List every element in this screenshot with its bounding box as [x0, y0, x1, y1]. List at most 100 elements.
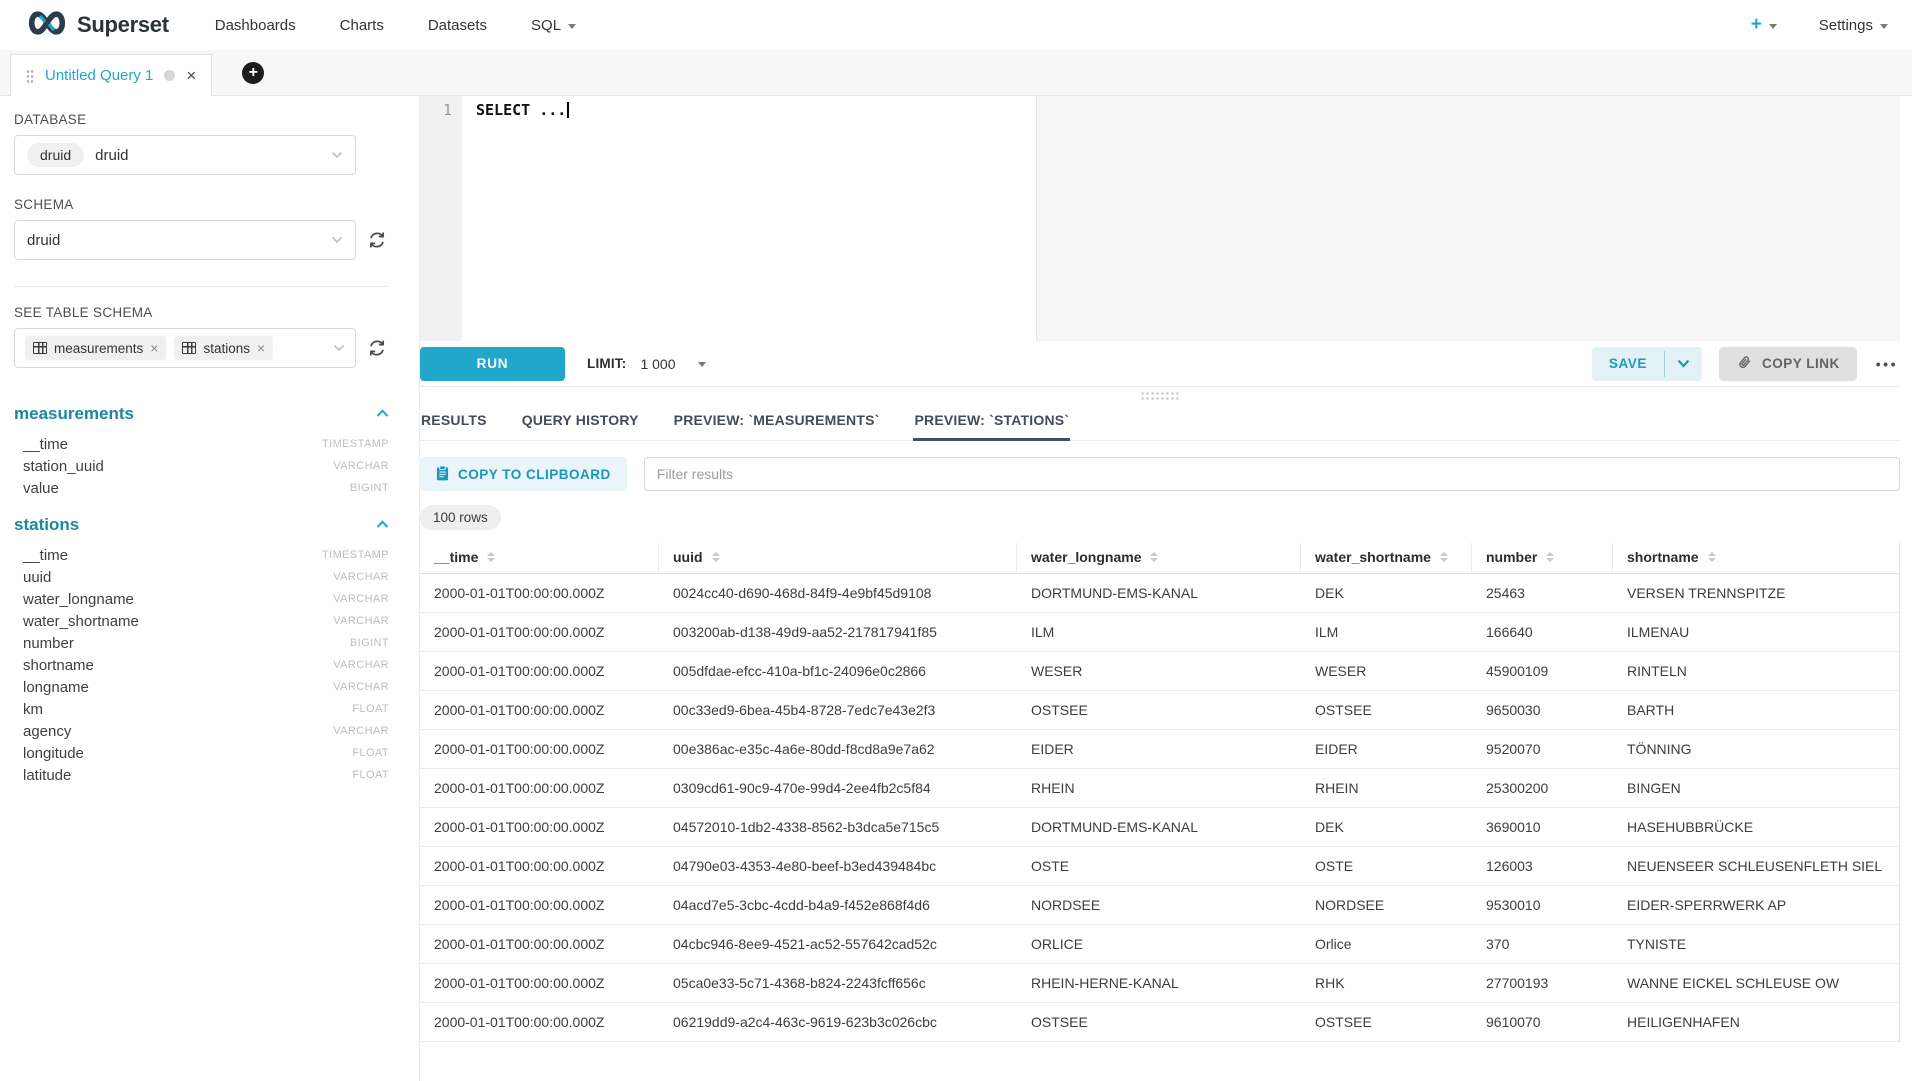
- content-area: DATABASE druid druid SCHEMA druid: [0, 96, 1912, 1081]
- table-cell: OSTE: [1017, 847, 1301, 885]
- table-cell: OSTSEE: [1017, 1003, 1301, 1041]
- top-navbar: Superset Dashboards Charts Datasets SQL + S…: [0, 0, 1912, 50]
- save-options-button[interactable]: [1665, 347, 1702, 381]
- table-cell: NORDSEE: [1017, 886, 1301, 924]
- schema-table-header[interactable]: stations: [14, 515, 389, 535]
- schema-table-header[interactable]: measurements: [14, 404, 389, 424]
- table-cell: 04790e03-4353-4e80-beef-b3ed439484bc: [659, 847, 1017, 885]
- save-button[interactable]: SAVE: [1592, 347, 1664, 381]
- column-name: __time: [23, 436, 68, 453]
- brand-name: Superset: [77, 12, 169, 38]
- sql-code-editor[interactable]: 1 SELECT ...: [420, 96, 1900, 341]
- limit-value: 1 000: [640, 356, 675, 372]
- table-cell: DEK: [1301, 574, 1472, 612]
- new-item-button[interactable]: +: [1751, 14, 1777, 36]
- column-name: km: [23, 701, 43, 718]
- table-row: 2000-01-01T00:00:00.000Z003200ab-d138-49…: [420, 613, 1899, 652]
- copy-link-button[interactable]: COPY LINK: [1719, 347, 1857, 381]
- remove-table-icon[interactable]: ×: [150, 340, 158, 356]
- sort-icon: [1546, 552, 1554, 562]
- database-select[interactable]: druid druid: [14, 135, 356, 175]
- column-header-label: number: [1486, 549, 1537, 565]
- schema-column-row: uuidVARCHAR: [14, 566, 389, 588]
- sort-desc-icon: [487, 558, 495, 562]
- table-cell: 2000-01-01T00:00:00.000Z: [420, 925, 659, 963]
- table-cell: 2000-01-01T00:00:00.000Z: [420, 769, 659, 807]
- sort-desc-icon: [1440, 558, 1448, 562]
- nav-item-datasets[interactable]: Datasets: [428, 17, 487, 34]
- query-tab-untitled-query-1[interactable]: Untitled Query 1 ×: [10, 54, 212, 96]
- column-header-__time[interactable]: __time: [420, 543, 659, 573]
- table-cell: WANNE EICKEL SCHLEUSE OW: [1613, 964, 1899, 1002]
- nav-item-charts[interactable]: Charts: [340, 17, 384, 34]
- column-type: TIMESTAMP: [322, 438, 389, 450]
- table-cell: Orlice: [1301, 925, 1472, 963]
- add-query-tab-button[interactable]: +: [242, 62, 264, 84]
- column-header-uuid[interactable]: uuid: [659, 543, 1017, 573]
- column-name: uuid: [23, 569, 51, 586]
- results-tab-1[interactable]: QUERY HISTORY: [521, 406, 640, 441]
- table-row: 2000-01-01T00:00:00.000Z0309cd61-90c9-47…: [420, 769, 1899, 808]
- row-count-badge: 100 rows: [420, 505, 501, 530]
- schema-label: SCHEMA: [14, 197, 389, 212]
- table-cell: RINTELN: [1613, 652, 1899, 690]
- table-row: 2000-01-01T00:00:00.000Z00e386ac-e35c-4a…: [420, 730, 1899, 769]
- sql-lab-sidebar: DATABASE druid druid SCHEMA druid: [0, 96, 420, 1081]
- sort-icon: [487, 552, 495, 562]
- column-header-number[interactable]: number: [1472, 543, 1613, 573]
- column-name: water_longname: [23, 591, 134, 608]
- column-header-water_shortname[interactable]: water_shortname: [1301, 543, 1472, 573]
- column-name: agency: [23, 723, 71, 740]
- table-cell: WESER: [1017, 652, 1301, 690]
- column-type: FLOAT: [352, 747, 389, 759]
- collapse-icon[interactable]: [376, 516, 389, 534]
- query-tab-title: Untitled Query 1: [45, 67, 153, 84]
- run-button[interactable]: RUN: [420, 347, 565, 381]
- schema-select[interactable]: druid: [14, 220, 356, 260]
- chevron-down-icon: [331, 231, 343, 249]
- table-cell: OSTE: [1301, 847, 1472, 885]
- database-type-pill: druid: [27, 143, 84, 167]
- table-row: 2000-01-01T00:00:00.000Z05ca0e33-5c71-43…: [420, 964, 1899, 1003]
- refresh-tables-icon[interactable]: [365, 336, 389, 360]
- schema-value: druid: [27, 232, 60, 249]
- table-cell: OSTSEE: [1301, 691, 1472, 729]
- schema-column-row: latitudeFLOAT: [14, 764, 389, 786]
- column-header-shortname[interactable]: shortname: [1613, 543, 1899, 573]
- nav-menu: Dashboards Charts Datasets SQL: [215, 17, 576, 34]
- table-cell: TÖNNING: [1613, 730, 1899, 768]
- copy-to-clipboard-label: COPY TO CLIPBOARD: [458, 467, 611, 482]
- column-type: TIMESTAMP: [322, 549, 389, 561]
- table-cell: 9610070: [1472, 1003, 1613, 1041]
- column-type: VARCHAR: [333, 615, 389, 627]
- results-tab-0[interactable]: RESULTS: [420, 406, 488, 441]
- plus-icon: +: [1751, 14, 1762, 36]
- limit-dropdown[interactable]: LIMIT: 1 000: [587, 356, 706, 372]
- results-tab-3[interactable]: PREVIEW: `STATIONS`: [913, 406, 1070, 441]
- close-tab-icon[interactable]: ×: [186, 67, 196, 84]
- table-cell: 2000-01-01T00:00:00.000Z: [420, 730, 659, 768]
- superset-brand[interactable]: Superset: [26, 9, 169, 42]
- results-tab-2[interactable]: PREVIEW: `MEASUREMENTS`: [673, 406, 881, 441]
- column-type: VARCHAR: [333, 725, 389, 737]
- table-cell: 0024cc40-d690-468d-84f9-4e9bf45d9108: [659, 574, 1017, 612]
- column-name: station_uuid: [23, 458, 104, 475]
- pane-resize-handle-icon[interactable]: [1140, 391, 1180, 401]
- results-controls: COPY TO CLIPBOARD: [420, 457, 1900, 491]
- table-schema-select[interactable]: measurements×stations×: [14, 328, 356, 368]
- collapse-icon[interactable]: [376, 405, 389, 423]
- refresh-schema-icon[interactable]: [365, 228, 389, 252]
- drag-handle-icon[interactable]: [26, 69, 34, 83]
- column-header-water_longname[interactable]: water_longname: [1017, 543, 1301, 573]
- nav-item-dashboards[interactable]: Dashboards: [215, 17, 296, 34]
- table-icon: [33, 342, 47, 354]
- remove-table-icon[interactable]: ×: [257, 340, 265, 356]
- nav-item-sql[interactable]: SQL: [531, 17, 576, 34]
- filter-results-input[interactable]: [644, 457, 1900, 491]
- copy-to-clipboard-button[interactable]: COPY TO CLIPBOARD: [420, 457, 627, 491]
- table-cell: 2000-01-01T00:00:00.000Z: [420, 613, 659, 651]
- table-cell: WESER: [1301, 652, 1472, 690]
- caret-down-icon: [568, 24, 576, 29]
- settings-menu[interactable]: Settings: [1819, 17, 1888, 34]
- more-options-icon[interactable]: •••: [1874, 352, 1900, 376]
